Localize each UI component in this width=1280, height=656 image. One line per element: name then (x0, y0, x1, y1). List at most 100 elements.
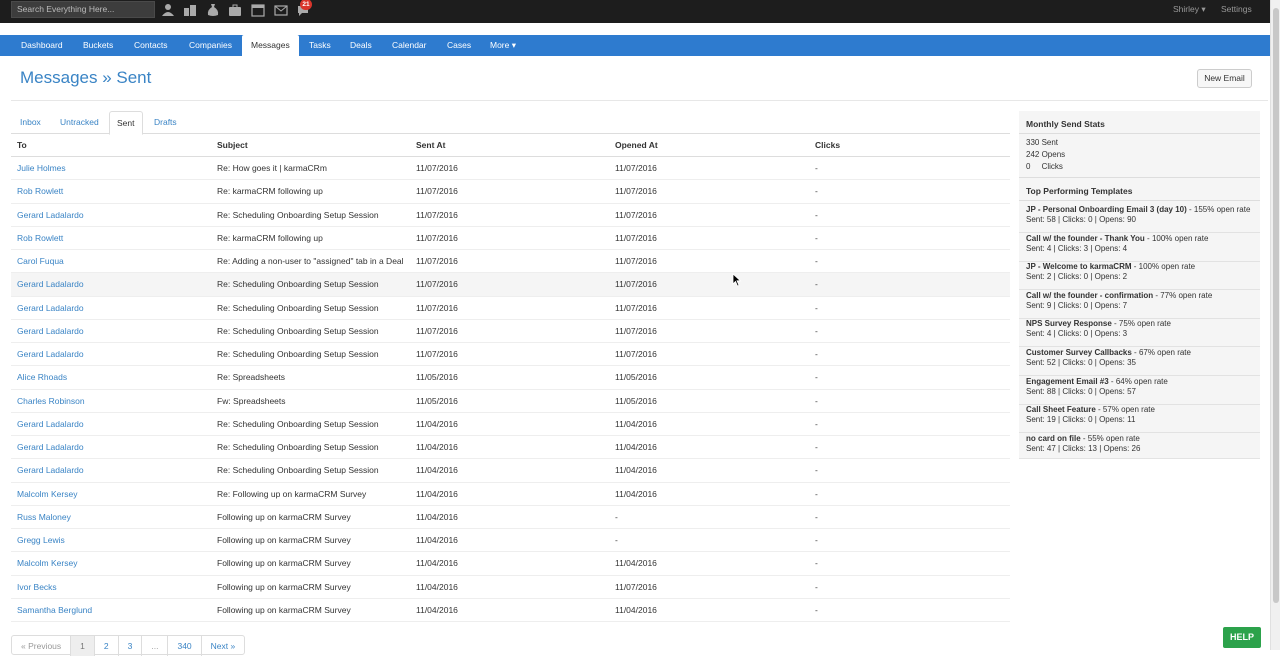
recipient-link[interactable]: Gerard Ladalardo (17, 459, 84, 482)
subject-cell[interactable]: Re: Scheduling Onboarding Setup Session (217, 297, 379, 320)
nav-tasks[interactable]: Tasks (309, 35, 331, 56)
tab-untracked[interactable]: Untracked (60, 111, 99, 134)
column-header-subject[interactable]: Subject (217, 134, 248, 157)
recipient-link[interactable]: Gregg Lewis (17, 529, 65, 552)
table-row[interactable]: Russ Maloney Following up on karmaCRM Sur… (11, 506, 1010, 529)
subject-cell[interactable]: Fw: Spreadsheets (217, 390, 286, 413)
table-row[interactable]: Ivor Becks Following up on karmaCRM Surve… (11, 576, 1010, 599)
subject-cell[interactable]: Re: Scheduling Onboarding Setup Session (217, 436, 379, 459)
subject-cell[interactable]: Re: Following up on karmaCRM Survey (217, 483, 366, 506)
recipient-link[interactable]: Gerard Ladalardo (17, 413, 84, 436)
subject-cell[interactable]: Re: Spreadsheets (217, 366, 285, 389)
new-email-button[interactable]: New Email (1197, 69, 1252, 88)
table-row[interactable]: Gerard Ladalardo Re: Scheduling Onboardin… (11, 436, 1010, 460)
template-item[interactable]: Call w/ the founder - Thank You - 100% o… (1026, 234, 1258, 262)
page-scrollbar[interactable] (1270, 0, 1280, 650)
table-row[interactable]: Gerard Ladalardo Re: Scheduling Onboardin… (11, 343, 1010, 367)
table-row[interactable]: Charles Robinson Fw: Spreadsheets 11/05/20… (11, 390, 1010, 413)
user-menu[interactable]: Shirley ▾ (1173, 4, 1206, 15)
recipient-link[interactable]: Charles Robinson (17, 390, 85, 413)
subject-cell[interactable]: Following up on karmaCRM Survey (217, 529, 351, 552)
template-item[interactable]: NPS Survey Response - 75% open rate Sent:… (1026, 319, 1258, 347)
recipient-link[interactable]: Rob Rowlett (17, 227, 63, 250)
subject-cell[interactable]: Re: Scheduling Onboarding Setup Session (217, 459, 379, 482)
subject-cell[interactable]: Re: Scheduling Onboarding Setup Session (217, 204, 379, 227)
table-row[interactable]: Rob Rowlett Re: karmaCRM following up 11/0… (11, 180, 1010, 204)
nav-buckets[interactable]: Buckets (83, 35, 113, 56)
column-header-clicks[interactable]: Clicks (815, 134, 840, 157)
settings-link[interactable]: Settings (1221, 4, 1252, 14)
template-item[interactable]: no card on file - 55% open rate Sent: 47 … (1026, 434, 1258, 462)
pagination-next[interactable]: Next » (202, 636, 245, 656)
nav-cases[interactable]: Cases (447, 35, 471, 56)
table-row[interactable]: Gerard Ladalardo Re: Scheduling Onboardin… (11, 320, 1010, 343)
table-row[interactable]: Gerard Ladalardo Re: Scheduling Onboardin… (11, 297, 1010, 320)
recipient-link[interactable]: Russ Maloney (17, 506, 71, 529)
pagination-page[interactable]: 3 (119, 636, 143, 656)
table-row[interactable]: Alice Rhoads Re: Spreadsheets 11/05/2016 11… (11, 366, 1010, 390)
nav-more[interactable]: More ▾ (490, 35, 516, 56)
global-search-input[interactable]: Search Everything Here... (11, 1, 155, 18)
subject-cell[interactable]: Re: Scheduling Onboarding Setup Session (217, 273, 379, 296)
table-row[interactable]: Gerard Ladalardo Re: Scheduling Onboardin… (11, 459, 1010, 483)
table-row[interactable]: Julie Holmes Re: How goes it | karmaCRm 11… (11, 157, 1010, 181)
subject-cell[interactable]: Re: karmaCRM following up (217, 227, 323, 250)
recipient-link[interactable]: Alice Rhoads (17, 366, 67, 389)
recipient-link[interactable]: Gerard Ladalardo (17, 273, 84, 296)
tab-drafts[interactable]: Drafts (154, 111, 177, 134)
column-header-to[interactable]: To (17, 134, 27, 157)
table-row[interactable]: Gerard Ladalardo Re: Scheduling Onboardin… (11, 204, 1010, 227)
tab-inbox[interactable]: Inbox (20, 111, 41, 134)
buildings-icon[interactable] (183, 3, 197, 17)
template-item[interactable]: JP - Personal Onboarding Email 3 (day 10… (1026, 205, 1258, 233)
pagination-previous[interactable]: « Previous (12, 636, 72, 656)
template-item[interactable]: Engagement Email #3 - 64% open rate Sent:… (1026, 377, 1258, 405)
recipient-link[interactable]: Julie Holmes (17, 157, 66, 180)
recipient-link[interactable]: Gerard Ladalardo (17, 297, 84, 320)
table-row[interactable]: Gerard Ladalardo Re: Scheduling Onboardin… (11, 273, 1010, 297)
subject-cell[interactable]: Following up on karmaCRM Survey (217, 506, 351, 529)
table-row[interactable]: Gregg Lewis Following up on karmaCRM Surv… (11, 529, 1010, 553)
pagination-page[interactable]: 1 (71, 636, 95, 656)
subject-cell[interactable]: Re: Scheduling Onboarding Setup Session (217, 413, 379, 436)
recipient-link[interactable]: Gerard Ladalardo (17, 320, 84, 343)
help-button[interactable]: HELP (1223, 627, 1261, 648)
template-item[interactable]: Call Sheet Feature - 57% open rate Sent: … (1026, 405, 1258, 433)
subject-cell[interactable]: Re: How goes it | karmaCRm (217, 157, 327, 180)
briefcase-icon[interactable] (228, 3, 242, 17)
table-row[interactable]: Gerard Ladalardo Re: Scheduling Onboardin… (11, 413, 1010, 436)
subject-cell[interactable]: Re: Scheduling Onboarding Setup Session (217, 320, 379, 343)
subject-cell[interactable]: Re: Adding a non-user to "assigned" tab … (217, 250, 404, 273)
recipient-link[interactable]: Malcolm Kersey (17, 552, 77, 575)
tab-sent[interactable]: Sent (109, 111, 143, 135)
template-item[interactable]: Customer Survey Callbacks - 67% open rat… (1026, 348, 1258, 376)
table-row[interactable]: Rob Rowlett Re: karmaCRM following up 11/0… (11, 227, 1010, 250)
column-header-sent-at[interactable]: Sent At (416, 134, 445, 157)
pagination-page[interactable]: 2 (95, 636, 119, 656)
table-row[interactable]: Malcolm Kersey Re: Following up on karmaC… (11, 483, 1010, 506)
calendar-icon[interactable] (251, 3, 265, 17)
nav-dashboard[interactable]: Dashboard (21, 35, 63, 56)
pagination-page[interactable]: 340 (168, 636, 202, 656)
subject-cell[interactable]: Re: Scheduling Onboarding Setup Session (217, 343, 379, 366)
recipient-link[interactable]: Ivor Becks (17, 576, 57, 599)
recipient-link[interactable]: Gerard Ladalardo (17, 343, 84, 366)
subject-cell[interactable]: Following up on karmaCRM Survey (217, 599, 351, 622)
table-row[interactable]: Carol Fuqua Re: Adding a non-user to "ass… (11, 250, 1010, 274)
column-header-opened-at[interactable]: Opened At (615, 134, 658, 157)
person-icon[interactable] (161, 3, 175, 17)
recipient-link[interactable]: Carol Fuqua (17, 250, 64, 273)
nav-contacts[interactable]: Contacts (134, 35, 168, 56)
subject-cell[interactable]: Following up on karmaCRM Survey (217, 576, 351, 599)
money-bag-icon[interactable] (206, 3, 220, 17)
recipient-link[interactable]: Gerard Ladalardo (17, 204, 84, 227)
subject-cell[interactable]: Re: karmaCRM following up (217, 180, 323, 203)
nav-deals[interactable]: Deals (350, 35, 372, 56)
nav-calendar[interactable]: Calendar (392, 35, 427, 56)
scrollbar-thumb[interactable] (1273, 8, 1279, 603)
template-item[interactable]: Call w/ the founder - confirmation - 77%… (1026, 291, 1258, 319)
envelope-icon[interactable] (274, 3, 288, 17)
table-row[interactable]: Samantha Berglund Following up on karmaCR… (11, 599, 1010, 622)
table-row[interactable]: Malcolm Kersey Following up on karmaCRM S… (11, 552, 1010, 576)
recipient-link[interactable]: Rob Rowlett (17, 180, 63, 203)
